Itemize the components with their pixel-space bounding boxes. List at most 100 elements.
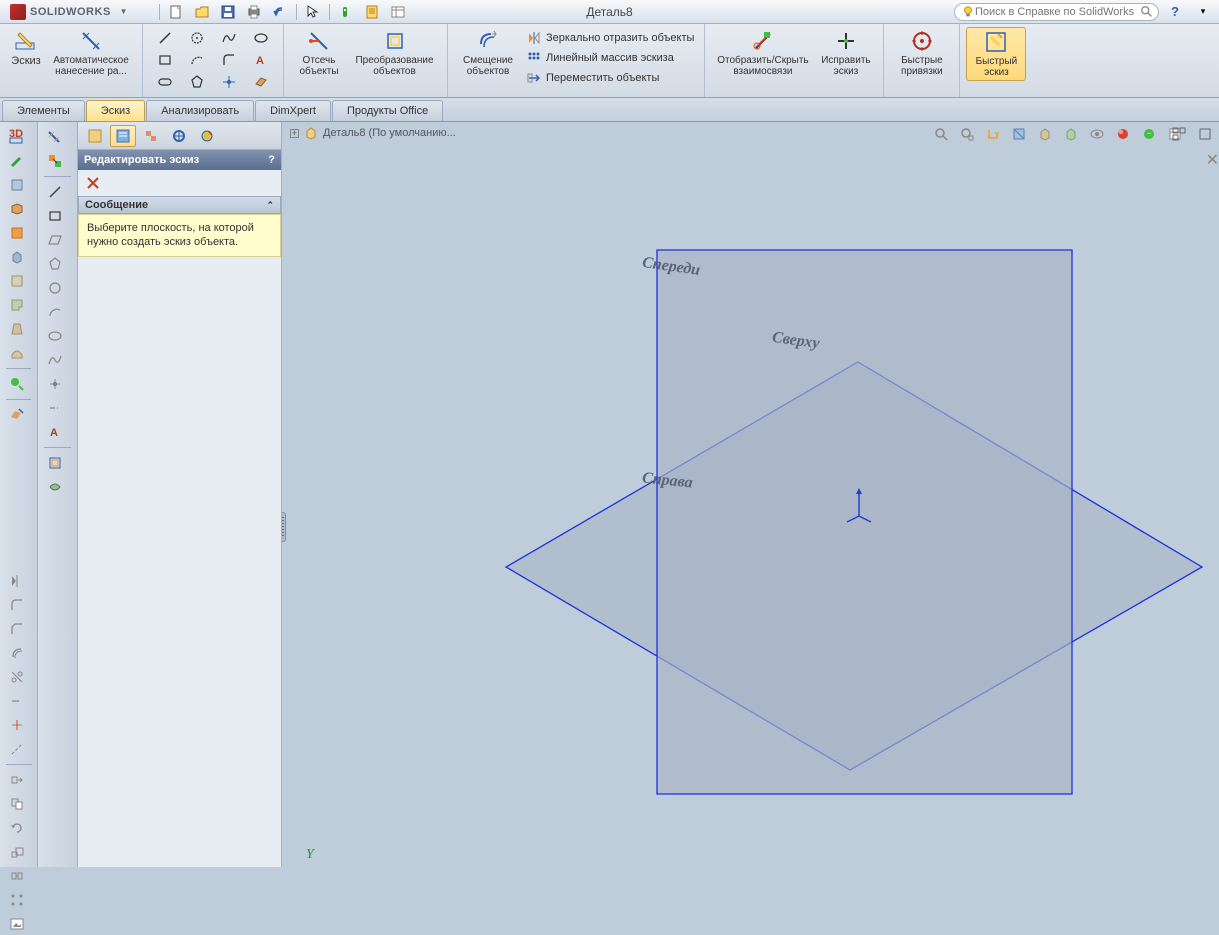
repair-sketch-button[interactable]: Исправить эскиз: [814, 27, 877, 79]
slot-tool-button[interactable]: [149, 71, 181, 93]
pattern-tool-button[interactable]: [2, 889, 32, 911]
sketch-tool-button[interactable]: [2, 150, 32, 172]
body-button[interactable]: [2, 246, 32, 268]
draft-button[interactable]: [2, 318, 32, 340]
help-button[interactable]: ?: [1163, 2, 1187, 22]
tab-office[interactable]: Продукты Office: [332, 100, 443, 121]
fillet-tool-button[interactable]: [2, 594, 32, 616]
graphics-viewport[interactable]: + Деталь8 (По умолчанию... ✕: [282, 122, 1219, 867]
3d-sketch-button[interactable]: 3D: [2, 126, 32, 148]
add-relation-button[interactable]: [40, 150, 70, 172]
quick-sketch-button[interactable]: Быстрый эскиз: [966, 27, 1026, 81]
offset-button[interactable]: Смещение объектов: [454, 27, 522, 79]
plane-tool-button[interactable]: [245, 71, 277, 93]
app-menu-dropdown[interactable]: ▼: [117, 5, 131, 19]
print-button[interactable]: [242, 2, 266, 22]
cut-button[interactable]: [2, 270, 32, 292]
property-manager-tab[interactable]: [110, 125, 136, 147]
line-button[interactable]: [40, 181, 70, 203]
convert-entities-button[interactable]: [40, 452, 70, 474]
app-logo[interactable]: SOLIDWORKS ▼: [4, 4, 137, 20]
quick-snaps-button[interactable]: Быстрые привязки: [890, 27, 953, 79]
rotate-tool-button[interactable]: [2, 817, 32, 839]
face-button[interactable]: [2, 174, 32, 196]
copy-tool-button[interactable]: [2, 793, 32, 815]
trim-tool-button[interactable]: [2, 666, 32, 688]
help-search-box[interactable]: [954, 3, 1159, 21]
sketch-pencil-icon: [14, 29, 38, 53]
undo-button[interactable]: [268, 2, 292, 22]
offset-tool-button[interactable]: [2, 642, 32, 664]
open-file-button[interactable]: [190, 2, 214, 22]
view-normal-button[interactable]: [2, 404, 32, 426]
ellipse-button[interactable]: [40, 325, 70, 347]
fillet-tool-button[interactable]: [213, 49, 245, 71]
shell-button[interactable]: [2, 294, 32, 316]
mirror-button[interactable]: Зеркально отразить объекты: [522, 29, 698, 47]
new-file-button[interactable]: [164, 2, 188, 22]
sketch-button[interactable]: Эскиз: [6, 27, 46, 69]
text-tool-button[interactable]: A: [245, 49, 277, 71]
file-properties-button[interactable]: [386, 2, 410, 22]
trim-button[interactable]: Отсечь объекты: [290, 27, 348, 79]
tab-sketch[interactable]: Эскиз: [86, 100, 145, 121]
circle-tool-button[interactable]: [181, 27, 213, 49]
rebuild-button[interactable]: [334, 2, 358, 22]
solidworks-icon: [10, 4, 26, 20]
point-tool-button[interactable]: [213, 71, 245, 93]
arc-tool-button[interactable]: [181, 49, 213, 71]
move-entities-button[interactable]: Переместить объекты: [522, 69, 698, 87]
tab-dimxpert[interactable]: DimXpert: [255, 100, 331, 121]
smart-dimension-button[interactable]: [40, 126, 70, 148]
options-button[interactable]: [360, 2, 384, 22]
save-button[interactable]: [216, 2, 240, 22]
feature-tree-tab[interactable]: [82, 125, 108, 147]
help-search-input[interactable]: [975, 6, 1140, 18]
surface-button[interactable]: [2, 198, 32, 220]
arc-button[interactable]: [40, 301, 70, 323]
polygon-button[interactable]: [40, 253, 70, 275]
origin-triad-icon: [844, 486, 874, 526]
title-bar: SOLIDWORKS ▼ Деталь8 ? ▾: [0, 0, 1219, 24]
point-button[interactable]: [40, 373, 70, 395]
configuration-tab[interactable]: [138, 125, 164, 147]
parallelogram-button[interactable]: [40, 229, 70, 251]
rectangle-button[interactable]: [40, 205, 70, 227]
shaded-button[interactable]: [2, 222, 32, 244]
spline-button[interactable]: [40, 349, 70, 371]
panel-cancel-button[interactable]: [84, 174, 102, 192]
scale-tool-button[interactable]: [2, 841, 32, 863]
ellipse-tool-button[interactable]: [245, 27, 277, 49]
construction-geometry-button[interactable]: [2, 738, 32, 760]
centerline-button[interactable]: [40, 397, 70, 419]
stretch-tool-button[interactable]: [2, 865, 32, 887]
intersection-curve-button[interactable]: [40, 476, 70, 498]
circle-button[interactable]: [40, 277, 70, 299]
convert-entities-button[interactable]: Преобразование объектов: [348, 27, 441, 79]
extend-tool-button[interactable]: [2, 690, 32, 712]
tab-features[interactable]: Элементы: [2, 100, 85, 121]
auto-dimension-button[interactable]: Автоматическое нанесение ра...: [46, 27, 136, 79]
render-tab[interactable]: [194, 125, 220, 147]
mirror-tool-button[interactable]: [2, 570, 32, 592]
display-relations-button[interactable]: Отобразить/Скрыть взаимосвязи: [711, 27, 814, 79]
select-button[interactable]: [301, 2, 325, 22]
move-tool-button[interactable]: [2, 769, 32, 791]
panel-help-button[interactable]: ?: [268, 154, 275, 166]
text-button[interactable]: A: [40, 421, 70, 443]
chamfer-tool-button[interactable]: [2, 618, 32, 640]
linear-pattern-button[interactable]: Линейный массив эскиза: [522, 49, 698, 67]
split-tool-button[interactable]: [2, 714, 32, 736]
polygon-tool-button[interactable]: [181, 71, 213, 93]
message-section-header[interactable]: Сообщение ⌃: [78, 196, 281, 214]
rectangle-tool-button[interactable]: [149, 49, 181, 71]
view-tool-button[interactable]: [2, 373, 32, 395]
svg-text:A: A: [50, 427, 58, 439]
line-tool-button[interactable]: [149, 27, 181, 49]
spline-tool-button[interactable]: [213, 27, 245, 49]
sketch-picture-button[interactable]: [2, 913, 32, 935]
dimxpert-tab[interactable]: [166, 125, 192, 147]
tab-analyze[interactable]: Анализировать: [146, 100, 254, 121]
dome-button[interactable]: [2, 342, 32, 364]
overflow-button[interactable]: ▾: [1191, 2, 1215, 22]
